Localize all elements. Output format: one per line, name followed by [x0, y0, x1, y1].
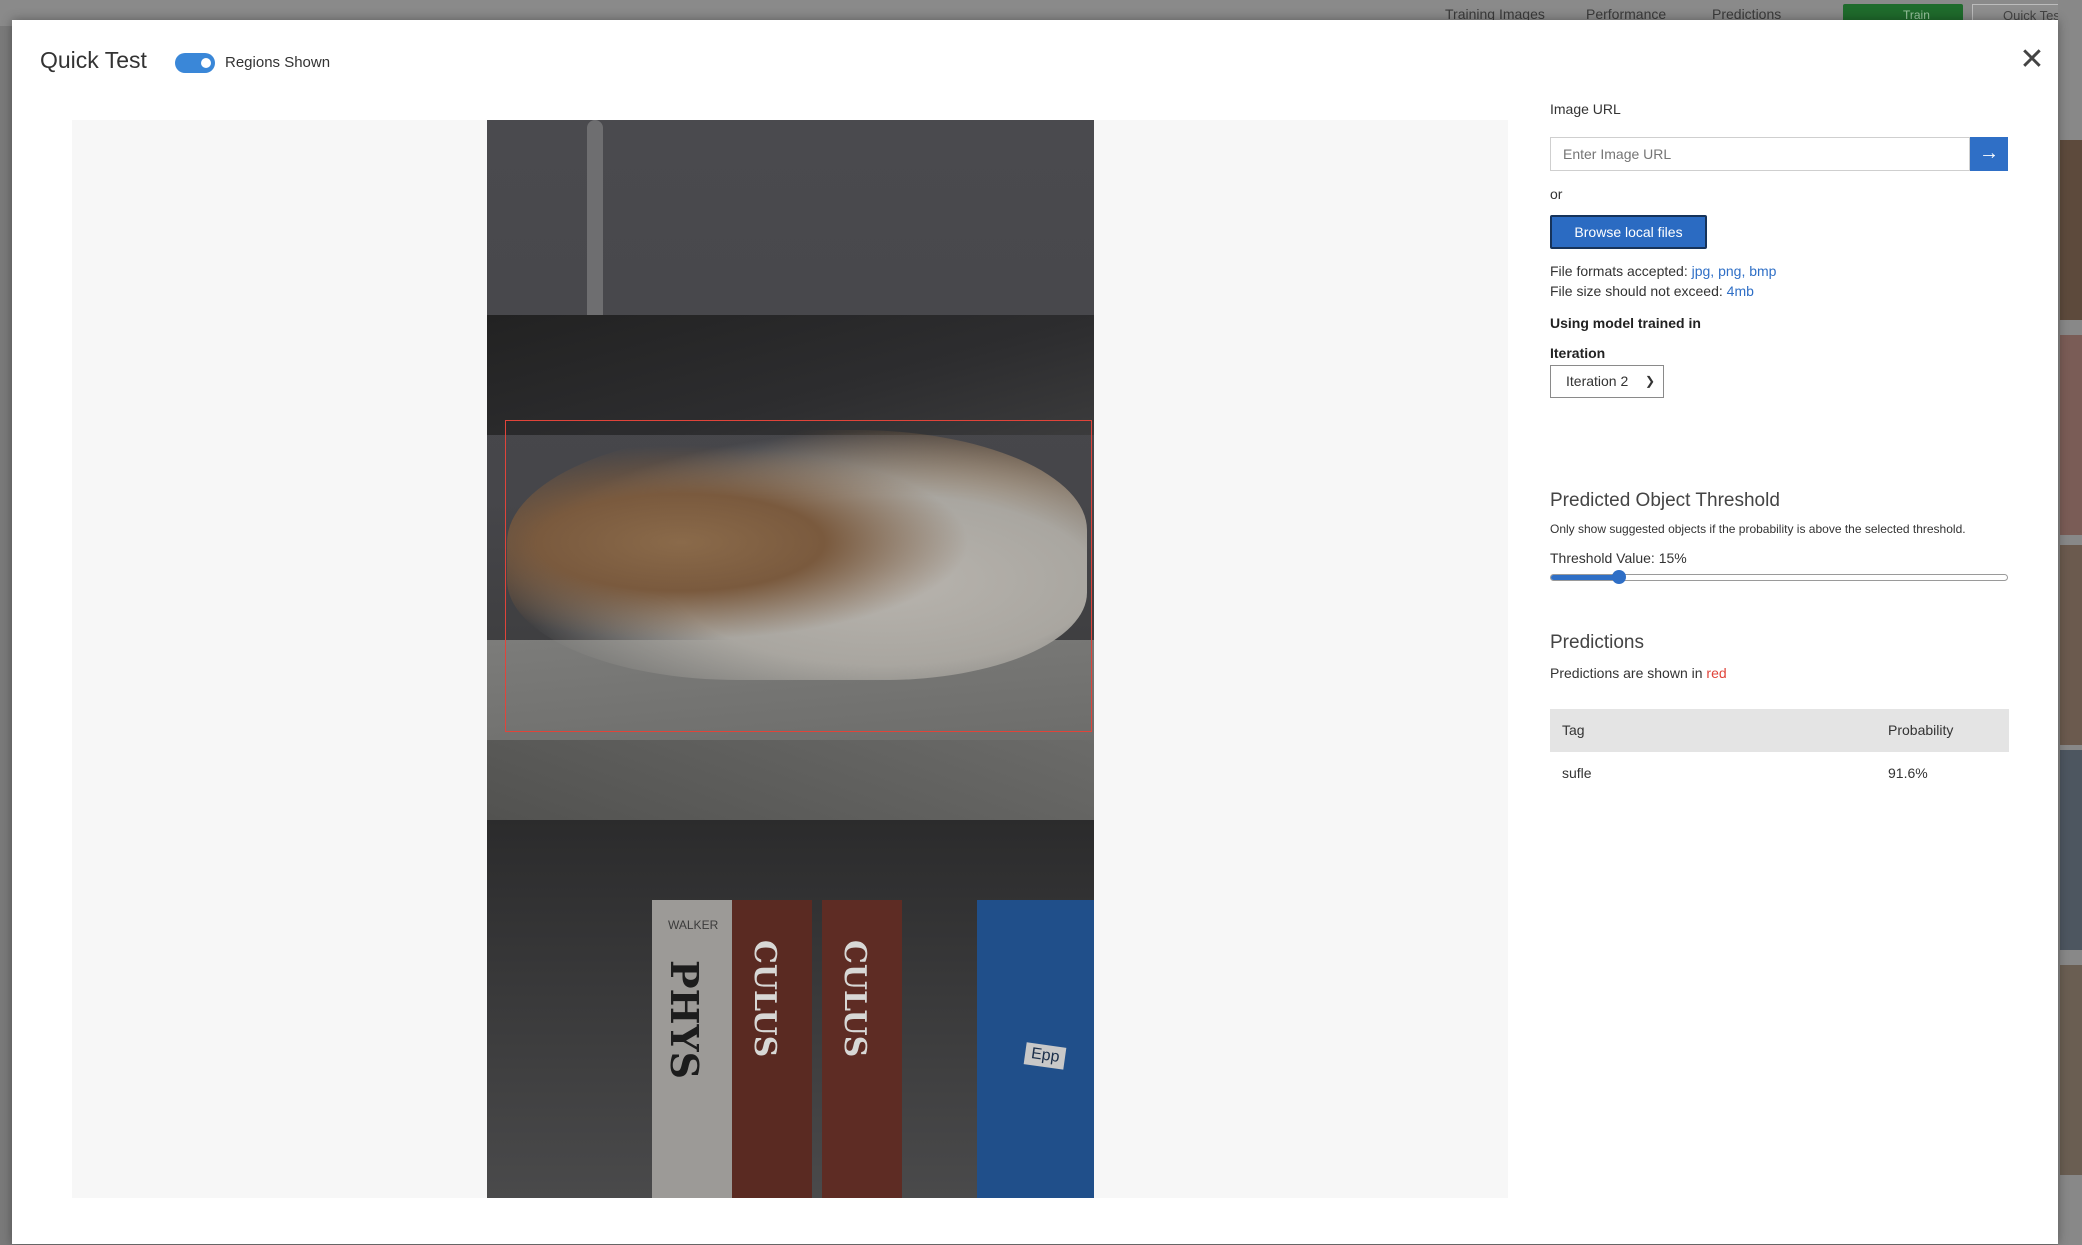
prediction-probability: 91.6%	[1888, 765, 1928, 781]
column-header-probability: Probability	[1888, 722, 1954, 738]
bg-thumbnail	[2060, 335, 2082, 535]
arrow-right-icon[interactable]: →	[1970, 137, 2008, 171]
model-heading: Using model trained in	[1550, 315, 1701, 331]
bg-thumbnail	[2060, 140, 2082, 320]
photo-shelf-edge	[487, 740, 1094, 820]
threshold-description: Only show suggested objects if the proba…	[1550, 522, 1966, 536]
image-url-input[interactable]	[1550, 137, 1970, 171]
iteration-label: Iteration	[1550, 345, 1606, 361]
predictions-note: Predictions are shown in red	[1550, 665, 1727, 681]
slider-thumb[interactable]	[1612, 570, 1627, 584]
chevron-down-icon: ❯	[1644, 374, 1655, 388]
predictions-note-color: red	[1706, 665, 1727, 681]
photo-book: CULUS	[732, 900, 812, 1198]
table-header: Tag Probability	[1550, 709, 2009, 752]
photo-shelf-top	[487, 315, 1094, 435]
file-formats-value: jpg, png, bmp	[1691, 263, 1777, 279]
photo-book: CULUS	[822, 900, 902, 1198]
file-size-value: 4mb	[1726, 283, 1754, 299]
bg-thumbnail	[2060, 965, 2082, 1175]
threshold-slider[interactable]	[1550, 570, 2008, 584]
quick-test-dialog: Quick Test Regions Shown ✕ WALKER PHYS C…	[12, 20, 2058, 1244]
file-size-prefix: File size should not exceed:	[1550, 283, 1723, 299]
prediction-tag: sufle	[1562, 765, 1592, 781]
book-spine-text: WALKER	[668, 918, 719, 932]
slider-fill	[1551, 575, 1620, 580]
book-spine-text: PHYS	[662, 960, 707, 1080]
image-preview-area: WALKER PHYS CULUS CULUS Epp	[72, 120, 1508, 1198]
test-image: WALKER PHYS CULUS CULUS Epp	[487, 120, 1094, 1198]
iteration-selected: Iteration 2	[1566, 373, 1629, 389]
photo-book: WALKER PHYS	[652, 900, 732, 1198]
file-size-line: File size should not exceed: 4mb	[1550, 283, 1754, 299]
iteration-select[interactable]: Iteration 2 ❯	[1550, 365, 1664, 398]
predictions-table: Tag Probability sufle 91.6%	[1550, 709, 2009, 795]
predictions-note-prefix: Predictions are shown in	[1550, 665, 1703, 681]
bg-thumbnail	[2060, 545, 2082, 745]
book-spine-text: CULUS	[837, 940, 872, 1058]
file-formats-line: File formats accepted: jpg, png, bmp	[1550, 263, 1776, 279]
browse-local-files-button[interactable]: Browse local files	[1550, 215, 1707, 249]
predicted-region-box	[505, 420, 1092, 732]
toggle-knob	[201, 58, 211, 68]
file-formats-prefix: File formats accepted:	[1550, 263, 1688, 279]
regions-shown-label: Regions Shown	[225, 54, 331, 71]
image-url-label: Image URL	[1550, 101, 1621, 117]
threshold-value-label: Threshold Value: 15%	[1550, 550, 1687, 566]
or-text: or	[1550, 186, 1563, 202]
bg-thumbnail	[2060, 750, 2082, 950]
predictions-heading: Predictions	[1550, 632, 1644, 653]
book-spine-text: CULUS	[747, 940, 782, 1058]
column-header-tag: Tag	[1562, 722, 1585, 738]
photo-book: Epp	[977, 900, 1094, 1198]
table-row: sufle 91.6%	[1550, 752, 2009, 795]
dialog-title: Quick Test	[40, 47, 147, 73]
photo-cable	[587, 120, 603, 330]
quick-test-panel: Image URL → or Browse local files File f…	[1550, 20, 2030, 1244]
regions-shown-toggle[interactable]	[175, 53, 215, 73]
book-spine-text: Epp	[1023, 1042, 1067, 1070]
threshold-heading: Predicted Object Threshold	[1550, 490, 1780, 511]
